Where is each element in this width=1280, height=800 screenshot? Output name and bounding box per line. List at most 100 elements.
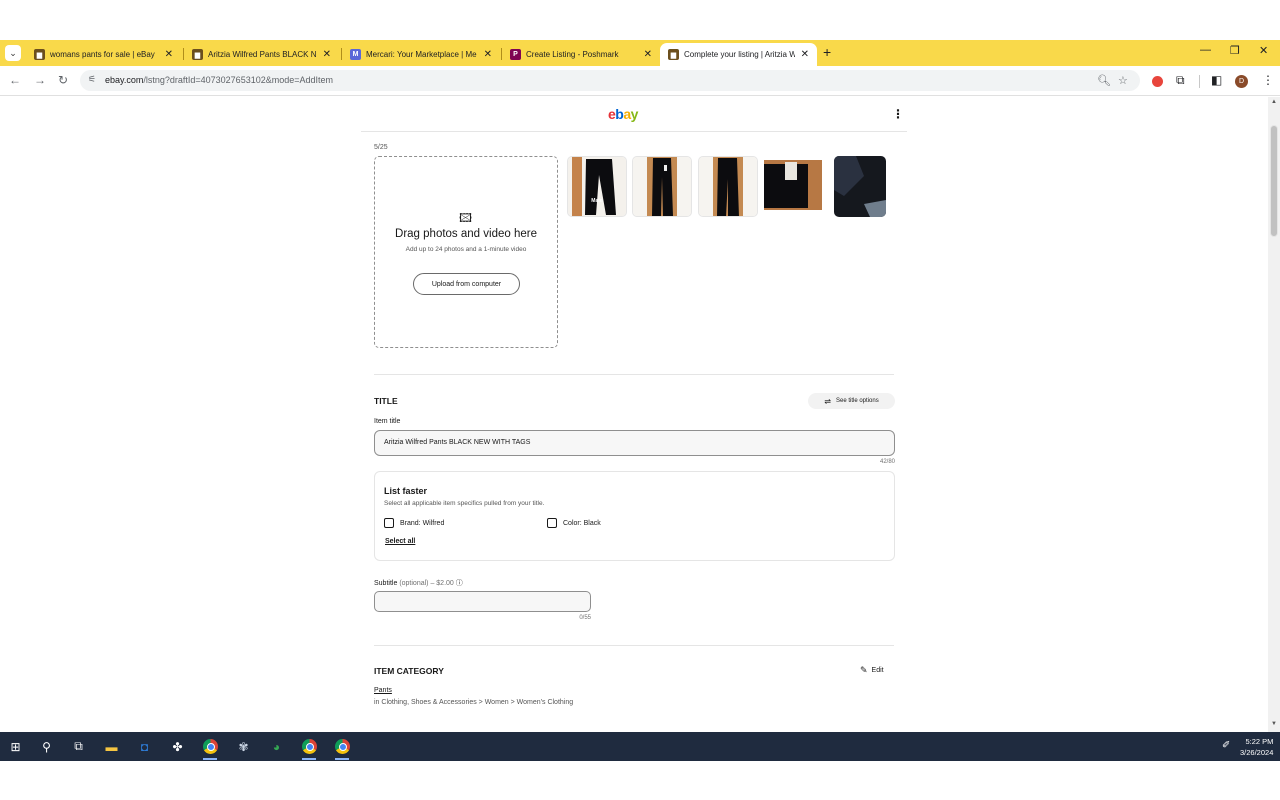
address-url[interactable]: ebay.com/lstng?draftId=4073027653102&mod… — [105, 75, 333, 85]
sliders-icon: ⇌ — [824, 396, 831, 406]
scrollbar-thumb[interactable] — [1270, 125, 1278, 237]
category-link[interactable]: Pants — [374, 687, 392, 694]
pants-tag-photo-icon — [763, 156, 823, 217]
color-checkbox[interactable]: Color: Black — [547, 518, 601, 528]
extensions-puzzle-icon[interactable]: ⧉ — [1176, 73, 1185, 88]
browser-tab[interactable]: ▆ Aritzia Wilfred Pants BLACK NE ✕ — [184, 43, 339, 66]
close-icon[interactable]: ✕ — [801, 49, 809, 60]
address-bar[interactable]: ⚟ ebay.com/lstng?draftId=4073027653102&m… — [80, 70, 1140, 91]
mercari-icon: M — [350, 49, 361, 60]
page-scrollbar[interactable]: ▲ ▼ — [1268, 97, 1280, 732]
forward-arrow-icon[interactable]: → — [34, 73, 46, 87]
side-panel-icon[interactable]: ◧ — [1211, 73, 1222, 87]
section-divider — [374, 645, 894, 646]
tab-title: Aritzia Wilfred Pants BLACK NE — [208, 50, 317, 59]
poshmark-icon: P — [510, 49, 521, 60]
photo-thumbnail[interactable] — [698, 156, 758, 217]
tab-title: womans pants for sale | eBay — [50, 50, 155, 59]
url-path: /lstng?draftId=4073027653102&mode=AddIte… — [143, 75, 334, 85]
tab-title: Create Listing - Poshmark — [526, 50, 619, 59]
restore-icon[interactable]: ❐ — [1230, 44, 1240, 57]
pencil-icon: ✎ — [860, 665, 868, 675]
minimize-icon[interactable]: — — [1200, 44, 1211, 56]
subtitle-input[interactable] — [374, 591, 591, 612]
close-icon[interactable]: ✕ — [484, 49, 492, 60]
search-icon[interactable]: ⚲ — [38, 738, 55, 755]
checkbox-label: Brand: Wilfred — [400, 519, 445, 527]
brand-checkbox[interactable]: Brand: Wilfred — [384, 518, 444, 528]
subtitle-char-counter: 0/55 — [579, 615, 591, 621]
ebay-bag-icon: ▆ — [34, 49, 45, 60]
pants-photo-icon — [633, 157, 691, 216]
photo-dropzone[interactable]: 🖾 Drag photos and video here Add up to 2… — [374, 156, 558, 348]
upload-from-computer-button[interactable]: Upload from computer — [413, 273, 520, 295]
windows-taskbar: ⊞ ⚲ ⧉ ▬ ◘ ✤ ✾ ◕ ✐ 5:22 PM 3/26/2024 — [0, 732, 1280, 761]
main-photo-badge: Main — [591, 198, 603, 204]
windows-start-icon[interactable]: ⊞ — [7, 738, 24, 755]
active-app-indicator — [203, 758, 217, 760]
add-photo-icon: 🖾 — [459, 211, 473, 225]
clock-date: 3/26/2024 — [1240, 748, 1274, 757]
outlook-icon[interactable]: ◘ — [136, 738, 153, 755]
photo-thumbnail[interactable]: Main — [567, 156, 627, 217]
bookmark-star-icon[interactable]: ☆ — [1118, 74, 1128, 87]
browser-tab[interactable]: M Mercari: Your Marketplace | Me ✕ — [342, 43, 500, 66]
zoom-icon[interactable]: 🔍︎ — [1097, 74, 1111, 87]
toolbar-separator — [1199, 75, 1200, 88]
active-app-indicator — [335, 758, 349, 760]
info-icon[interactable]: ⓘ — [456, 580, 463, 587]
site-info-icon[interactable]: ⚟ — [88, 74, 96, 85]
reload-icon[interactable]: ↻ — [58, 73, 68, 87]
url-host: ebay.com — [105, 75, 144, 85]
screen-top-margin — [0, 0, 1280, 40]
subtitle-price-note: (optional) – $2.00 — [399, 580, 454, 587]
new-tab-button[interactable]: + — [823, 44, 831, 60]
chevron-down-icon: ⌄ — [9, 47, 17, 58]
more-options-icon[interactable]: ⋮ — [892, 107, 904, 121]
file-explorer-icon[interactable]: ▬ — [103, 738, 120, 755]
browser-tab-active[interactable]: ▆ Complete your listing | Aritzia W ✕ — [660, 43, 817, 66]
title-char-counter: 42/80 — [879, 459, 895, 465]
see-title-options-button[interactable]: ⇌ See title options — [808, 393, 895, 409]
pants-photo-icon — [699, 157, 757, 216]
close-icon[interactable]: ✕ — [165, 49, 173, 60]
dropzone-headline: Drag photos and video here — [395, 228, 537, 240]
app-icon[interactable]: ✾ — [235, 738, 252, 755]
checkbox-icon[interactable] — [384, 518, 394, 528]
list-faster-description: Select all applicable item specifics pul… — [384, 500, 545, 507]
tab-title: Mercari: Your Marketplace | Me — [366, 50, 477, 59]
screen-bottom-margin — [0, 761, 1280, 800]
chrome-icon[interactable] — [334, 738, 351, 755]
close-icon[interactable]: ✕ — [323, 49, 331, 60]
scroll-down-icon[interactable]: ▼ — [1271, 721, 1277, 727]
checkbox-icon[interactable] — [547, 518, 557, 528]
select-all-link[interactable]: Select all — [385, 538, 415, 545]
pants-photo-icon — [568, 157, 626, 216]
slack-icon[interactable]: ✤ — [169, 738, 186, 755]
scroll-up-icon[interactable]: ▲ — [1271, 99, 1277, 105]
profile-avatar[interactable]: D — [1235, 75, 1248, 88]
pen-icon[interactable]: ✐ — [1222, 740, 1230, 751]
photo-thumbnail[interactable] — [632, 156, 692, 217]
edit-category-button[interactable]: ✎ Edit — [860, 665, 884, 676]
clock-time: 5:22 PM — [1245, 737, 1274, 746]
extension-icon[interactable] — [1152, 76, 1163, 87]
title-options-label: See title options — [836, 398, 879, 404]
browser-tab-strip: ⌄ ▆ womans pants for sale | eBay ✕ ▆ Ari… — [0, 40, 1280, 66]
tab-search-button[interactable]: ⌄ — [5, 45, 21, 61]
browser-menu-icon[interactable]: ⋮ — [1262, 73, 1274, 87]
ebay-logo[interactable]: ebay — [608, 106, 638, 122]
chrome-icon[interactable] — [202, 738, 219, 755]
photo-thumbnail[interactable] — [834, 156, 886, 217]
item-title-input[interactable]: Aritzia Wilfred Pants BLACK NEW WITH TAG… — [374, 430, 895, 456]
browser-tab[interactable]: P Create Listing - Poshmark ✕ — [502, 43, 660, 66]
close-icon[interactable]: ✕ — [644, 49, 652, 60]
task-view-icon[interactable]: ⧉ — [70, 738, 87, 755]
window-close-icon[interactable]: ✕ — [1259, 44, 1268, 57]
back-arrow-icon[interactable]: ← — [9, 73, 21, 87]
photo-thumbnail[interactable] — [763, 156, 823, 217]
browser-tab[interactable]: ▆ womans pants for sale | eBay ✕ — [26, 43, 181, 66]
chrome-icon[interactable] — [301, 738, 318, 755]
system-clock[interactable]: 5:22 PM 3/26/2024 — [1240, 736, 1273, 758]
edge-icon[interactable]: ◕ — [268, 738, 285, 755]
